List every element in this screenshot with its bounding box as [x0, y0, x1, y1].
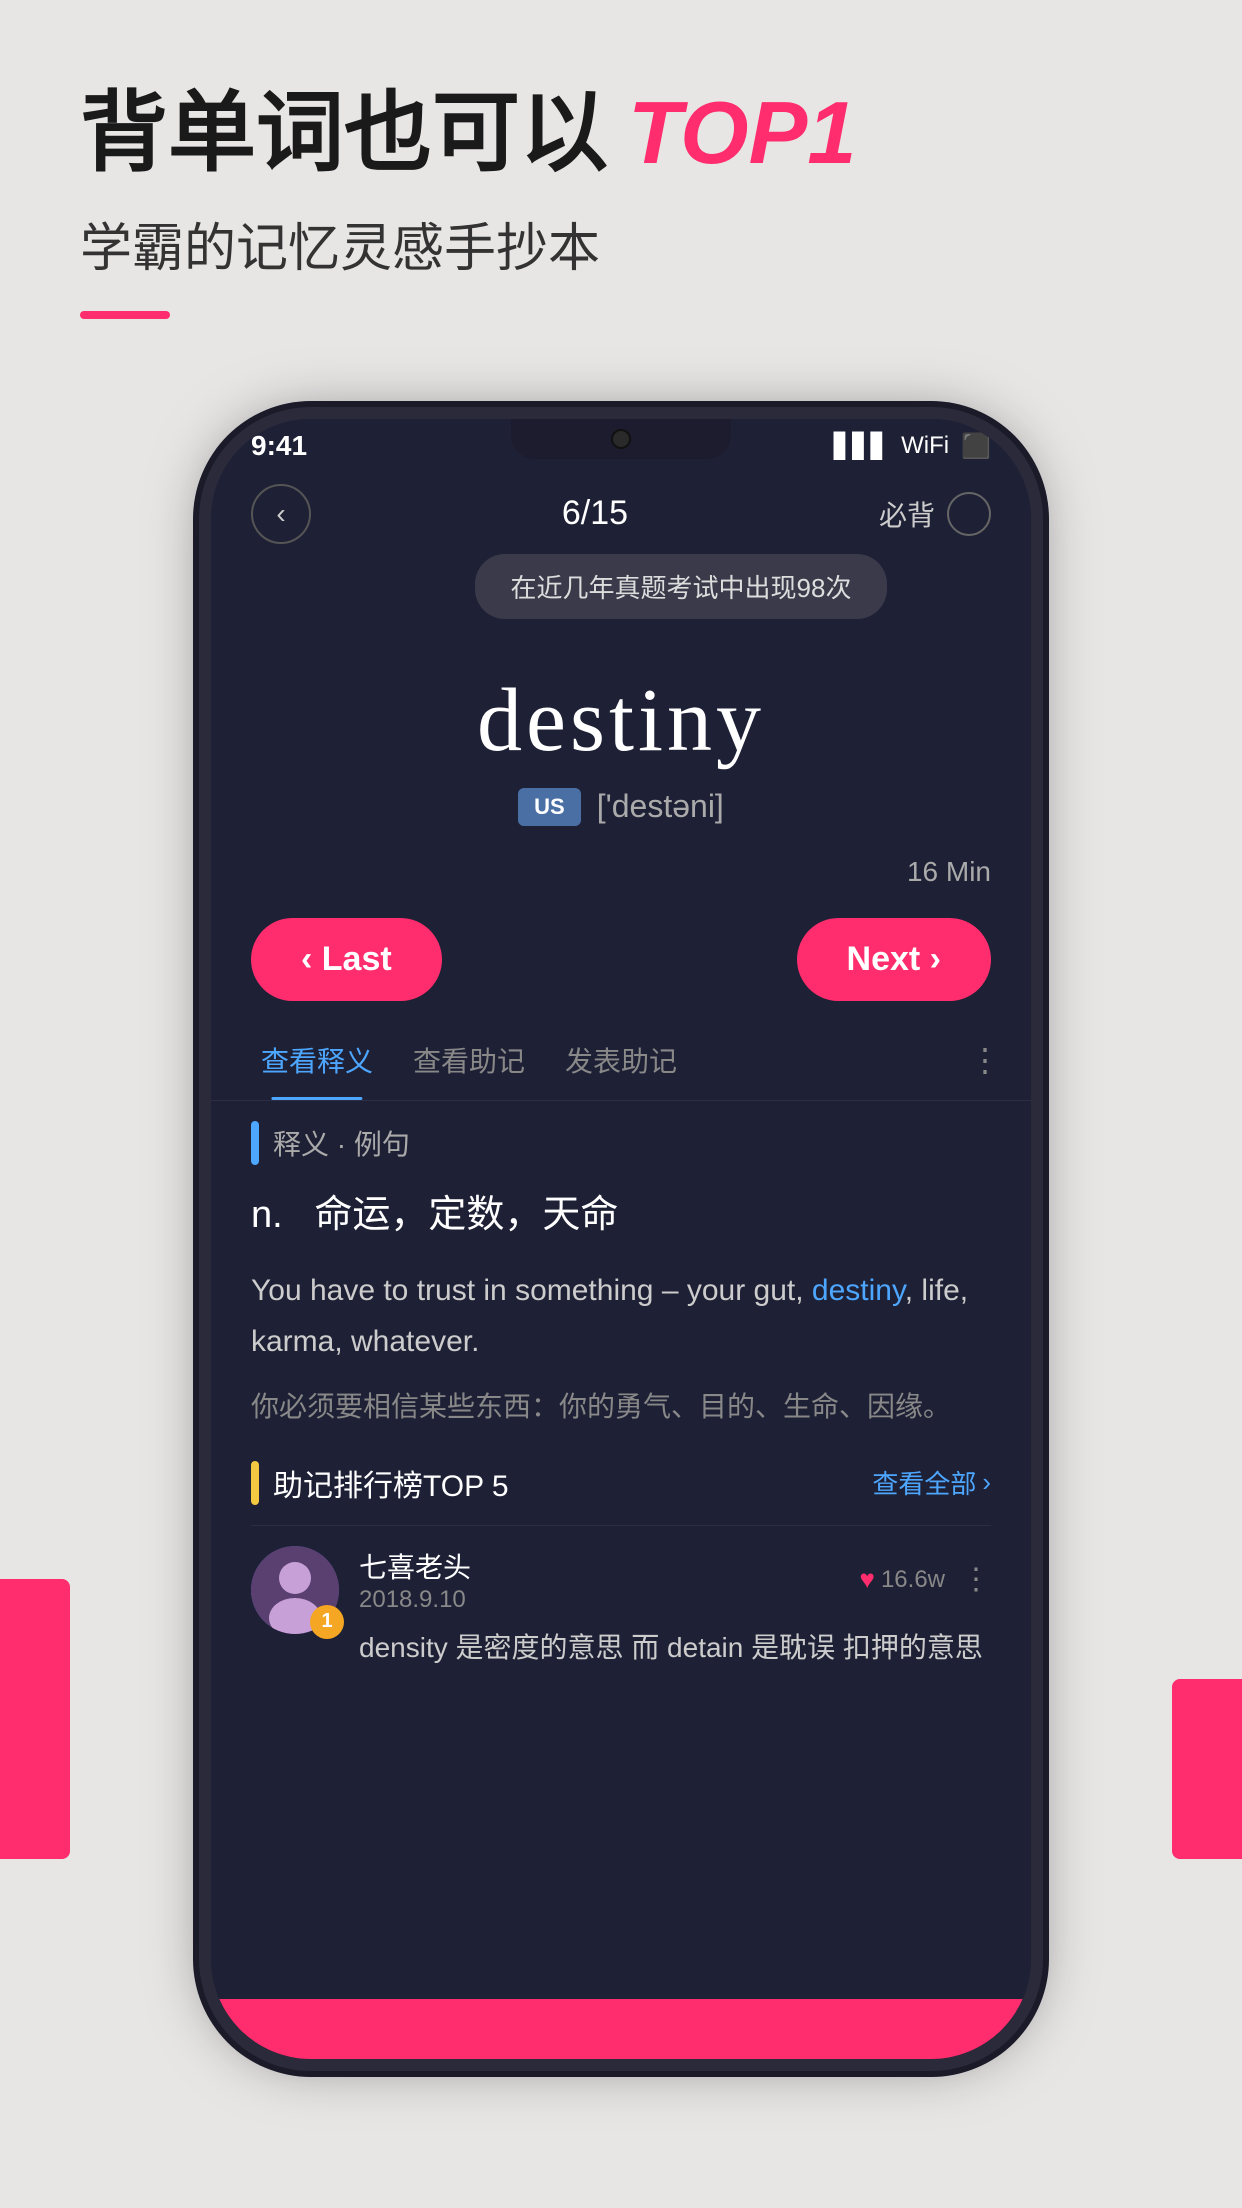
- definition-text: n. 命运，定数，天命: [251, 1185, 991, 1246]
- phone-device: 9:41 ▋▋▋ WiFi ⬛ ‹ 6/15 必背: [211, 419, 1031, 2059]
- top-text-area: 背单词也可以 TOP1 学霸的记忆灵感手抄本: [0, 0, 1242, 359]
- status-time: 9:41: [251, 430, 307, 462]
- main-title: 背单词也可以 TOP1: [80, 80, 1162, 186]
- must-memorize-toggle[interactable]: 必背: [879, 492, 991, 536]
- pink-bottom-bar: [211, 1999, 1031, 2059]
- back-button[interactable]: ‹: [251, 484, 311, 544]
- wifi-icon: WiFi: [901, 432, 949, 460]
- like-count: 16.6w: [881, 1566, 945, 1594]
- view-all-button[interactable]: 查看全部 ›: [872, 1464, 991, 1501]
- tab-more-button[interactable]: ⋮: [969, 1041, 1001, 1079]
- user-info: 七喜老头 2018.9.10 ♥ 16.6w ⋮: [359, 1546, 991, 1672]
- phone-camera: [611, 429, 631, 449]
- tooltip-container: 在近几年真题考试中出现98次: [211, 554, 1031, 629]
- tab-bar: 查看释义 查看助记 发表助记 ⋮: [211, 1021, 1031, 1101]
- progress-indicator: 6/15: [562, 494, 628, 533]
- ranking-left: 助记排行榜TOP 5: [251, 1461, 509, 1505]
- nav-bar: ‹ 6/15 必背: [211, 474, 1031, 554]
- definition-section-bar: [251, 1121, 259, 1165]
- battery-icon: ⬛: [961, 432, 991, 461]
- tab-mnemonic-post[interactable]: 发表助记: [545, 1021, 697, 1100]
- last-button[interactable]: ‹ Last: [251, 918, 442, 1001]
- subtitle: 学霸的记忆灵感手抄本: [80, 206, 1162, 281]
- tab-definition[interactable]: 查看释义: [241, 1021, 393, 1100]
- must-circle-icon: [947, 492, 991, 536]
- next-button[interactable]: Next ›: [797, 918, 991, 1001]
- definition-section-header: 释义 · 例句: [251, 1121, 991, 1165]
- ranking-section-bar: [251, 1461, 259, 1505]
- phone-wrapper: 9:41 ▋▋▋ WiFi ⬛ ‹ 6/15 必背: [0, 419, 1242, 2059]
- title-highlight: TOP1: [628, 80, 856, 186]
- username: 七喜老头: [359, 1546, 471, 1586]
- word-text: destiny: [251, 669, 991, 772]
- example-zh: 你必须要相信某些东西：你的勇气、目的、生命、因缘。: [251, 1383, 991, 1431]
- avatar-wrapper: 1: [251, 1546, 339, 1634]
- pink-left-bar: [0, 1579, 70, 1859]
- page-background: 背单词也可以 TOP1 学霸的记忆灵感手抄本 9:41: [0, 0, 1242, 2208]
- phonetic-section: US ['destəni]: [251, 788, 991, 826]
- phone-notch: [511, 419, 731, 459]
- example-en: You have to trust in something – your gu…: [251, 1265, 991, 1367]
- phonetic-notation: ['destəni]: [597, 788, 724, 825]
- like-button[interactable]: ♥ 16.6w: [860, 1564, 945, 1595]
- more-options-button[interactable]: ⋮: [961, 1562, 991, 1597]
- tab-mnemonic-view[interactable]: 查看助记: [393, 1021, 545, 1100]
- title-part1: 背单词也可以: [80, 80, 608, 186]
- signal-icon: ▋▋▋: [834, 432, 889, 461]
- heart-icon: ♥: [860, 1564, 875, 1595]
- rank-badge: 1: [310, 1605, 344, 1639]
- content-area: 释义 · 例句 n. 命运，定数，天命 You have to trust in…: [211, 1101, 1031, 1999]
- mnemonic-content: density 是密度的意思 而 detain 是耽误 扣押的意思: [359, 1624, 991, 1672]
- user-actions: ♥ 16.6w ⋮: [860, 1562, 991, 1597]
- status-icons: ▋▋▋ WiFi ⬛: [834, 432, 991, 461]
- phone-screen: 9:41 ▋▋▋ WiFi ⬛ ‹ 6/15 必背: [211, 419, 1031, 2059]
- user-name-row: 七喜老头 2018.9.10 ♥ 16.6w ⋮: [359, 1546, 991, 1614]
- word-navigation-buttons: ‹ Last Next ›: [211, 898, 1031, 1021]
- pink-right-bar: [1172, 1679, 1242, 1859]
- post-date: 2018.9.10: [359, 1586, 471, 1614]
- ranking-entry: 1 七喜老头 2018.9.10: [251, 1525, 991, 1692]
- chevron-right-icon: ›: [982, 1467, 991, 1498]
- phonetic-locale-badge: US: [518, 788, 581, 826]
- timer-label: 16 Min: [211, 856, 1031, 888]
- definition-section-title: 释义 · 例句: [273, 1123, 410, 1163]
- title-divider: [80, 311, 170, 319]
- ranking-section-header: 助记排行榜TOP 5 查看全部 ›: [251, 1461, 991, 1505]
- must-label: 必背: [879, 494, 935, 534]
- exam-frequency-tooltip: 在近几年真题考试中出现98次: [475, 554, 888, 619]
- word-section: destiny US ['destəni]: [211, 629, 1031, 846]
- ranking-title: 助记排行榜TOP 5: [273, 1461, 509, 1505]
